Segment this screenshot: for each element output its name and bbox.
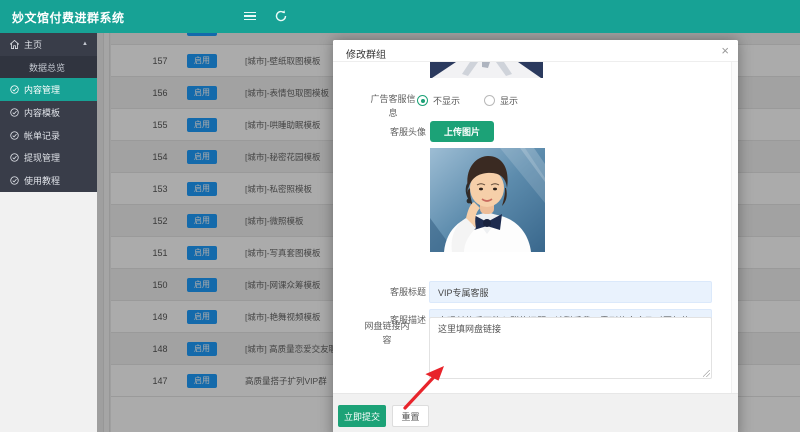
radio-show[interactable]: 显示 <box>484 94 518 107</box>
refresh-icon[interactable] <box>274 9 290 23</box>
sidebar-item-5[interactable]: 提现管理 <box>0 146 97 169</box>
edit-group-modal: 修改群组 × 广告客服信息 不显示 显示 <box>333 40 738 432</box>
sidebar-item-label: 内容管理 <box>24 83 60 96</box>
red-arrow-annotation <box>393 357 455 419</box>
sidebar-item-0[interactable]: 主页 ▲ <box>0 33 97 56</box>
close-icon[interactable]: × <box>721 43 729 59</box>
sidebar-item-1[interactable]: 数据总览 <box>0 56 97 79</box>
hamburger-menu-icon[interactable] <box>242 9 258 23</box>
app-title: 妙文馆付费进群系统 <box>12 9 125 26</box>
sidebar-item-3[interactable]: 内容模板 <box>0 101 97 124</box>
modal-scrollbar[interactable] <box>731 62 738 393</box>
scrolled-photo-bottom-edge <box>430 62 543 78</box>
radio-hide[interactable]: 不显示 <box>417 94 460 107</box>
submit-button[interactable]: 立即提交 <box>338 405 386 427</box>
circle-check-icon <box>10 153 19 162</box>
sidebar-item-label: 提现管理 <box>24 151 60 164</box>
modal-body: 广告客服信息 不显示 显示 客服头像 上传图片 <box>333 62 738 393</box>
modal-title: 修改群组 <box>346 46 386 61</box>
home-icon <box>10 40 19 49</box>
netdisk-link-label: 网盘链接内容 <box>354 320 420 347</box>
circle-check-icon <box>10 108 19 117</box>
sidebar-item-4[interactable]: 帐单记录 <box>0 124 97 147</box>
modal-header: 修改群组 × <box>333 40 738 62</box>
customer-service-photo <box>430 148 545 252</box>
sidebar: 主页 ▲ 数据总览内容管理内容模板帐单记录提现管理使用教程 <box>0 33 97 432</box>
sidebar-item-label: 数据总览 <box>29 61 65 74</box>
circle-check-icon <box>10 176 19 185</box>
service-title-label: 客服标题 <box>360 286 426 300</box>
ad-info-radio-group: 不显示 显示 <box>417 94 534 107</box>
radio-selected-icon <box>417 95 428 106</box>
upload-image-button[interactable]: 上传图片 <box>430 121 494 142</box>
top-header-bar: 妙文馆付费进群系统 <box>0 0 800 33</box>
sidebar-item-label: 帐单记录 <box>24 129 60 142</box>
textarea-resize-grip[interactable] <box>703 370 710 377</box>
service-title-input[interactable] <box>429 281 712 303</box>
sidebar-item-6[interactable]: 使用教程 <box>0 169 97 192</box>
sidebar-item-label: 内容模板 <box>24 106 60 119</box>
sidebar-item-label: 使用教程 <box>24 174 60 187</box>
circle-check-icon <box>10 131 19 140</box>
avatar-label: 客服头像 <box>360 126 426 140</box>
circle-check-icon <box>10 85 19 94</box>
netdisk-link-textarea[interactable]: 这里填网盘链接 <box>429 317 712 379</box>
sidebar-item-2[interactable]: 内容管理 <box>0 78 97 101</box>
caret-up-icon: ▲ <box>82 41 88 47</box>
sidebar-item-label: 主页 <box>24 38 42 51</box>
radio-unselected-icon <box>484 95 495 106</box>
sidebar-menu: 主页 ▲ 数据总览内容管理内容模板帐单记录提现管理使用教程 <box>0 33 97 192</box>
